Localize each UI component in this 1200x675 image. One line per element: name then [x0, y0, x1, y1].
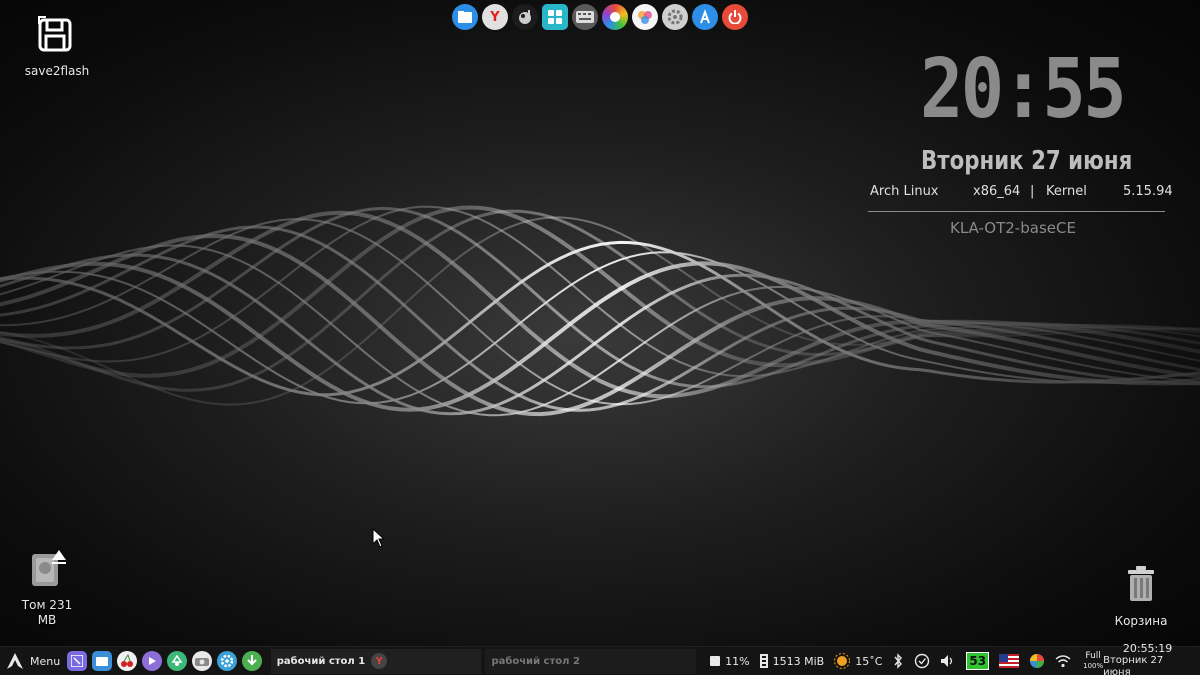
conky-kernel-version: 5.15.94 — [1123, 184, 1173, 199]
temperature: 15˚C — [855, 654, 883, 668]
desktop-icon-volume[interactable]: Том 231 MB — [2, 548, 92, 628]
taskbar-date: Вторник 27 июня — [1103, 655, 1164, 675]
removable-drive-icon — [32, 550, 66, 586]
bluetooth-icon[interactable] — [892, 653, 904, 669]
quick-launch — [66, 647, 267, 675]
desktop-icon-save2flash[interactable]: save2flash — [12, 14, 102, 79]
floppy-disk-icon — [38, 16, 72, 52]
menu-button[interactable]: Menu — [0, 647, 67, 675]
taskbar-clock[interactable]: 20:55:19 Вторник 27 июня — [1103, 643, 1192, 675]
volume-icon[interactable] — [940, 654, 956, 668]
gear-icon[interactable] — [216, 651, 237, 671]
workspace-2-label: рабочий стол 2 — [491, 655, 580, 667]
workspace-1-button[interactable]: рабочий стол 1 Y — [270, 648, 482, 674]
memory-icon — [759, 654, 768, 668]
desktop-icon-trash[interactable]: Корзина — [1096, 564, 1186, 629]
cherry-icon[interactable] — [116, 651, 137, 671]
workspace-1-label: рабочий стол 1 — [276, 655, 366, 667]
mouse-cursor-icon — [372, 528, 386, 548]
color-wheel-icon[interactable] — [1029, 653, 1045, 669]
terminal-icon[interactable] — [66, 651, 87, 671]
workspace-2-button[interactable]: рабочий стол 2 — [485, 648, 697, 674]
recycle-icon[interactable] — [166, 651, 187, 671]
taskbar: Menu рабочий стол 1 Y рабочий стол 2 11%… — [0, 643, 1200, 675]
desktop-icon-label: Том 231 MB — [21, 598, 73, 627]
conky-kernel-label: Kernel — [1046, 184, 1087, 199]
top-dock: Y — [452, 4, 748, 30]
color-picker-icon[interactable] — [602, 4, 628, 30]
conky-os: Arch Linux — [870, 184, 939, 199]
file-manager-icon[interactable] — [452, 4, 478, 30]
conky-divider — [868, 211, 1165, 212]
power-icon[interactable] — [722, 4, 748, 30]
cpu-monitor[interactable]: 11% — [710, 654, 750, 668]
yandex-browser-icon[interactable]: Y — [482, 4, 508, 30]
conky-date: Вторник 27 июня — [921, 146, 1133, 176]
us-flag-icon[interactable] — [999, 654, 1020, 668]
taskbar-time: 20:55:19 — [1122, 642, 1173, 655]
battery-status-label: Full — [1085, 651, 1101, 661]
download-icon[interactable] — [241, 651, 262, 671]
system-settings-icon[interactable] — [662, 4, 688, 30]
battery-status[interactable]: Full 100% — [1083, 651, 1103, 671]
conky-arch: x86_64 — [973, 184, 1021, 199]
battery-percent: 100% — [1083, 662, 1104, 670]
photos-icon[interactable] — [632, 4, 658, 30]
gimp-icon[interactable] — [512, 4, 538, 30]
update-check-icon[interactable] — [914, 653, 930, 669]
desktop-icon-label: Корзина — [1114, 614, 1168, 628]
keyboard-icon[interactable] — [572, 4, 598, 30]
menu-label: Menu — [30, 654, 61, 668]
weather-widget[interactable]: 15˚C — [834, 653, 882, 669]
desktop-icon-label: save2flash — [24, 64, 90, 78]
memory-monitor[interactable]: 1513 MiB — [759, 654, 825, 668]
conky-clock: 20:55 — [920, 42, 1127, 137]
camera-icon[interactable] — [191, 651, 212, 671]
app-store-icon[interactable] — [692, 4, 718, 30]
media-player-icon[interactable] — [141, 651, 162, 671]
ribbon-strand — [0, 261, 1200, 412]
yandex-window-icon[interactable]: Y — [371, 653, 388, 669]
sun-icon — [834, 653, 851, 669]
conky-separator: | — [1030, 184, 1035, 199]
wifi-icon[interactable] — [1055, 654, 1071, 668]
memory-usage: 1513 MiB — [772, 654, 825, 668]
cpu-usage: 11% — [725, 654, 750, 668]
conky-hostname: KLA-OT2-baseCE — [950, 219, 1076, 237]
system-tray: 11% 1513 MiB 15˚C 53 Full 100% — [710, 647, 1103, 675]
settings-panel-icon[interactable] — [542, 4, 568, 30]
files-icon[interactable] — [91, 651, 112, 671]
cpu-icon — [710, 656, 721, 666]
trash-icon — [1128, 566, 1154, 601]
notification-counter[interactable]: 53 — [966, 652, 990, 670]
arch-logo-icon — [7, 653, 23, 669]
